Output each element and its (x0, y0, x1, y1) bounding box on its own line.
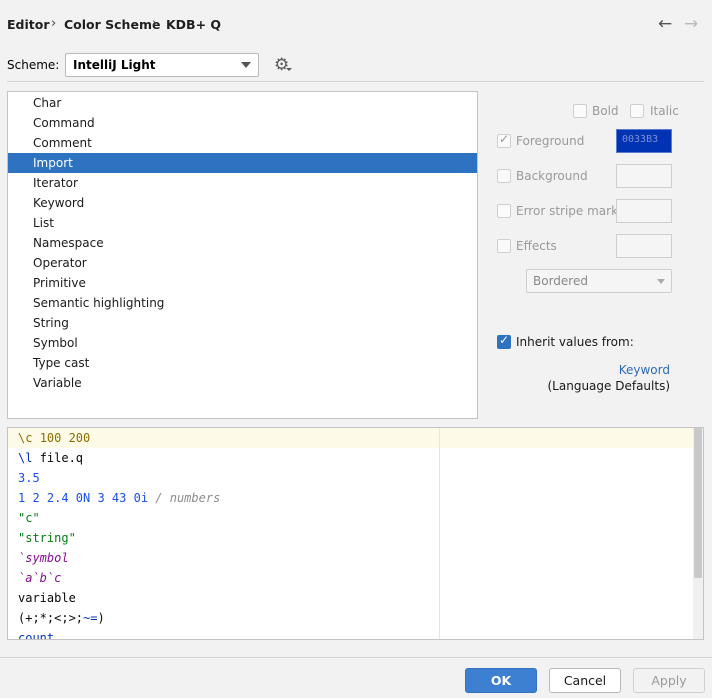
code-line: `symbol (18, 551, 69, 565)
list-item-semantic-highlighting[interactable]: Semantic highlighting (8, 293, 477, 313)
effects-style-value: Bordered (533, 274, 588, 288)
code-line: `a`b`c (18, 571, 62, 585)
divider (7, 81, 704, 82)
bold-label: Bold (592, 104, 619, 118)
foreground-color-swatch[interactable]: 0033B3 (616, 129, 672, 153)
list-item-iterator[interactable]: Iterator (8, 173, 477, 193)
scheme-select-value: IntelliJ Light (73, 58, 156, 72)
list-item-namespace[interactable]: Namespace (8, 233, 477, 253)
list-item-list[interactable]: List (8, 213, 477, 233)
list-item-char[interactable]: Char (8, 93, 477, 113)
inherit-keyword-link[interactable]: Keyword (619, 363, 670, 377)
gear-icon[interactable]: ⚙ (274, 55, 289, 75)
code-line: (+;*;<;>;~=) (18, 611, 105, 625)
italic-label: Italic (650, 104, 679, 118)
effects-color-swatch[interactable] (616, 234, 672, 258)
preview-editor[interactable]: \c 100 200 \l file.q 3.5 1 2 2.4 0N 3 43… (7, 427, 704, 640)
inherit-label: Inherit values from: (516, 335, 634, 349)
error-stripe-color-swatch[interactable] (616, 199, 672, 223)
code-line: "c" (18, 511, 40, 525)
breadcrumb-separator-icon: › (51, 16, 57, 31)
list-item-command[interactable]: Command (8, 113, 477, 133)
apply-button[interactable]: Apply (633, 668, 705, 693)
foreground-color-value: 0033B3 (622, 134, 659, 145)
effects-style-select[interactable]: Bordered (526, 269, 672, 293)
foreground-label: Foreground (516, 134, 585, 148)
inherit-source-label: (Language Defaults) (547, 379, 671, 393)
ok-button[interactable]: OK (465, 668, 537, 693)
foreground-checkbox[interactable] (497, 132, 511, 148)
code-line: variable (18, 591, 76, 605)
preview-scrollbar-thumb[interactable] (694, 428, 702, 578)
cancel-button[interactable]: Cancel (549, 668, 621, 693)
effects-label: Effects (516, 239, 557, 253)
list-item-import[interactable]: Import (8, 153, 477, 173)
list-item-comment[interactable]: Comment (8, 133, 477, 153)
list-item-operator[interactable]: Operator (8, 253, 477, 273)
attribute-list[interactable]: Char Command Comment Import Iterator Key… (7, 91, 478, 419)
back-arrow-icon[interactable]: ← (658, 14, 672, 34)
error-stripe-checkbox[interactable] (497, 204, 511, 218)
list-item-type-cast[interactable]: Type cast (8, 353, 477, 373)
right-margin-guide (439, 428, 440, 639)
background-color-swatch[interactable] (616, 164, 672, 188)
gear-dropdown-caret-icon (286, 68, 292, 71)
code-line: \l file.q (18, 451, 84, 465)
error-stripe-label: Error stripe mark (516, 204, 619, 218)
chevron-down-icon (657, 279, 665, 284)
list-item-primitive[interactable]: Primitive (8, 273, 477, 293)
chevron-down-icon (241, 62, 251, 68)
breadcrumb-editor[interactable]: Editor (7, 17, 50, 32)
scheme-select[interactable]: IntelliJ Light (65, 53, 259, 77)
italic-checkbox[interactable] (630, 104, 644, 118)
inherit-checkbox[interactable] (497, 333, 511, 349)
caret-line-highlight (440, 428, 694, 448)
list-item-keyword[interactable]: Keyword (8, 193, 477, 213)
divider (0, 657, 712, 658)
list-item-variable[interactable]: Variable (8, 373, 477, 393)
background-label: Background (516, 169, 588, 183)
bold-checkbox[interactable] (573, 104, 587, 118)
code-line: "string" (18, 531, 76, 545)
list-item-string[interactable]: String (8, 313, 477, 333)
code-line: 1 2 2.4 0N 3 43 0i / numbers (18, 491, 221, 505)
effects-checkbox[interactable] (497, 239, 511, 253)
code-line: count (18, 631, 55, 640)
breadcrumb-separator-icon: › (152, 16, 158, 31)
background-checkbox[interactable] (497, 169, 511, 183)
code-line: 3.5 (18, 471, 40, 485)
forward-arrow-icon[interactable]: → (684, 14, 698, 34)
breadcrumb-kdb-q: KDB+ Q (166, 17, 222, 32)
breadcrumb-color-scheme[interactable]: Color Scheme (64, 17, 160, 32)
list-item-symbol[interactable]: Symbol (8, 333, 477, 353)
preview-scrollbar[interactable] (693, 428, 703, 639)
code-line: \c 100 200 (18, 431, 91, 445)
scheme-label: Scheme: (7, 58, 60, 72)
